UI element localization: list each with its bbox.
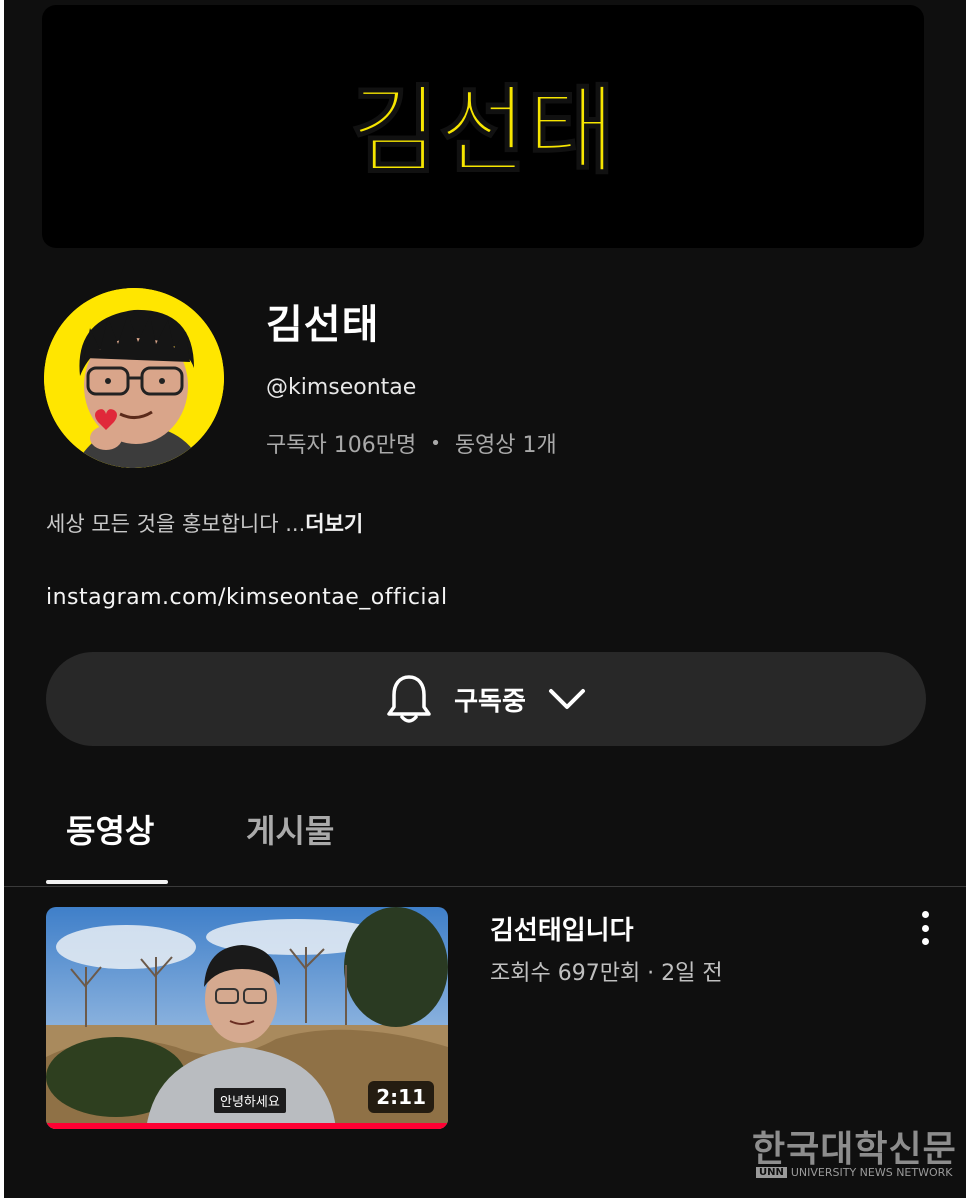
- channel-banner: 김선태: [42, 5, 924, 248]
- tab-posts[interactable]: 게시물: [246, 806, 334, 852]
- video-thumbnail[interactable]: 안녕하세요 2:11: [46, 907, 448, 1129]
- watermark-unn: UNN: [756, 1167, 787, 1178]
- video-caption: 안녕하세요: [214, 1088, 286, 1113]
- kebab-dot: [921, 938, 929, 945]
- channel-page: 김선태 김선태 @kimseontae 구독자 106만명 • 동영상 1개 세…: [4, 0, 966, 1198]
- chevron-down-icon: [548, 689, 585, 709]
- video-title[interactable]: 김선태입니다: [490, 910, 634, 947]
- kebab-dot: [921, 924, 929, 932]
- video-count: 동영상 1개: [454, 433, 557, 458]
- channel-name: 김선태: [266, 302, 380, 348]
- more-link[interactable]: 더보기: [305, 512, 363, 536]
- channel-link[interactable]: instagram.com/kimseontae_official: [46, 585, 448, 610]
- tab-videos[interactable]: 동영상: [66, 806, 154, 852]
- watermark-title: 한국대학신문: [752, 1129, 957, 1170]
- description-text: 세상 모든 것을 홍보합니다 ...: [46, 512, 306, 536]
- subscribed-label: 구독중: [454, 686, 526, 717]
- subscribed-button[interactable]: 구독중: [46, 652, 926, 746]
- active-tab-indicator: [46, 880, 168, 884]
- bell-icon: [387, 675, 431, 723]
- banner-logo-text: 김선태: [351, 75, 616, 187]
- subscriber-count: 구독자 106만명: [266, 433, 417, 458]
- avatar-illustration: [44, 288, 224, 468]
- banner-logo: 김선태: [350, 74, 617, 188]
- channel-description[interactable]: 세상 모든 것을 홍보합니다 ...더보기: [46, 508, 363, 538]
- watermark-subtitle: UNN UNIVERSITY NEWS NETWORK: [756, 1166, 953, 1179]
- more-vert-icon[interactable]: [912, 908, 938, 948]
- kebab-dot: [921, 911, 929, 918]
- channel-avatar[interactable]: [44, 288, 224, 468]
- stats-separator: •: [430, 432, 441, 454]
- channel-handle: @kimseontae: [266, 375, 417, 400]
- watch-progress-bar: [46, 1123, 448, 1129]
- watermark-network: UNIVERSITY NEWS NETWORK: [790, 1166, 953, 1179]
- video-duration: 2:11: [368, 1081, 434, 1113]
- channel-stats: 구독자 106만명 • 동영상 1개: [266, 427, 557, 459]
- video-meta: 조회수 697만회 · 2일 전: [490, 961, 723, 986]
- tab-divider: [4, 886, 966, 887]
